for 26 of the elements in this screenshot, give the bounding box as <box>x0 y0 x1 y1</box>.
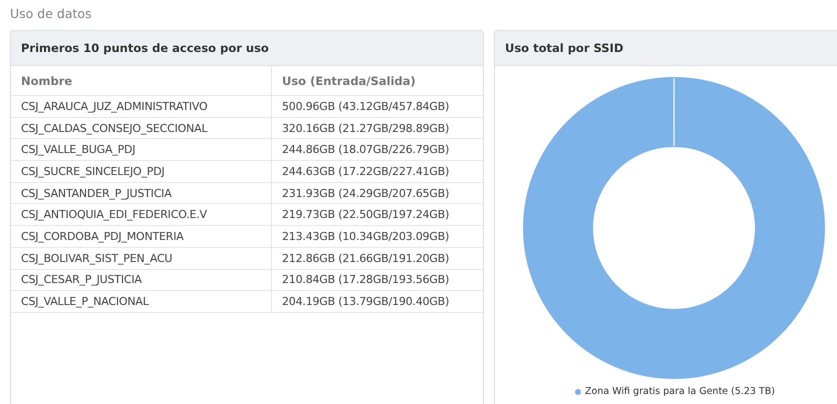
table-cell: 213.43GB (10.34GB/203.09GB) <box>272 226 483 248</box>
table-cell: 219.73GB (22.50GB/197.24GB) <box>272 204 483 226</box>
column-header: Nombre <box>11 66 272 96</box>
table-cell: CSJ_CALDAS_CONSEJO_SECCIONAL <box>11 118 272 140</box>
table-cell: 212.86GB (21.66GB/191.20GB) <box>272 248 483 270</box>
table-cell: 231.93GB (24.29GB/207.65GB) <box>272 182 483 204</box>
table-cell: 244.86GB (18.07GB/226.79GB) <box>272 139 483 162</box>
table-cell: 244.63GB (17.22GB/227.41GB) <box>272 161 483 183</box>
table-cell: CSJ_VALLE_BUGA_PDJ <box>11 139 272 162</box>
table-cell: CSJ_BOLIVAR_SIST_PEN_ACU <box>11 248 272 270</box>
table-cell: CSJ_SUCRE_SINCELEJO_PDJ <box>11 161 272 183</box>
table-cell: 210.84GB (17.28GB/193.56GB) <box>272 270 483 292</box>
table-cell: CSJ_ARAUCA_JUZ_ADMINISTRATIVO <box>11 96 272 118</box>
legend-label: Zona Wifi gratis para la Gente (5.23 TB) <box>585 386 775 397</box>
table-cell: CSJ_CESAR_P_JUSTICIA <box>11 270 272 292</box>
panel-title: Primeros 10 puntos de acceso por uso <box>11 31 483 66</box>
table-cell: 204.19GB (13.79GB/190.40GB) <box>272 291 483 313</box>
section-title: Uso de datos <box>10 6 93 21</box>
table-cell: CSJ_ANTIOQUIA_EDI_FEDERICO.E.V <box>11 204 272 226</box>
column-header: Uso (Entrada/Salida) <box>272 66 483 96</box>
table-cell: 500.96GB (43.12GB/457.84GB) <box>272 96 483 118</box>
table-cell: CSJ_CORDOBA_PDJ_MONTERIA <box>11 226 272 248</box>
panel-title: Uso total por SSID <box>495 31 837 66</box>
table-cell: CSJ_VALLE_P_NACIONAL <box>11 291 272 313</box>
table-cell: CSJ_SANTANDER_P_JUSTICIA <box>11 182 272 204</box>
table-cell: 320.16GB (21.27GB/298.89GB) <box>272 118 483 140</box>
